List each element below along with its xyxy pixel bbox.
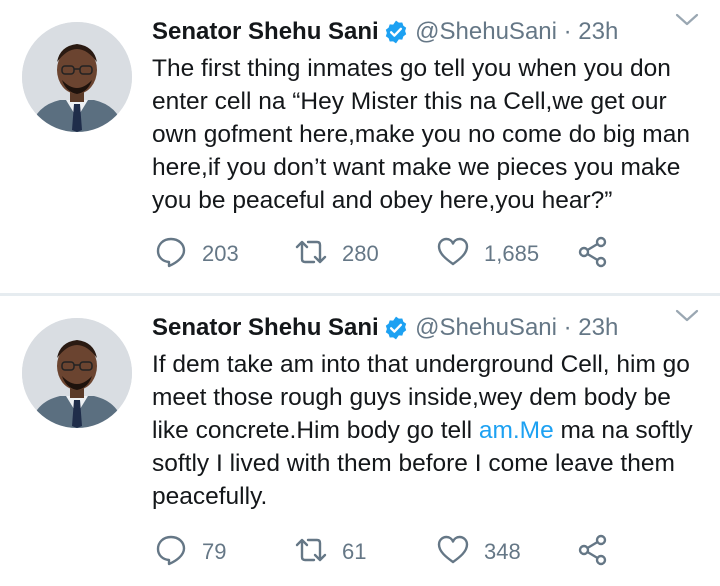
like-count: 1,685 [484, 241, 540, 266]
verified-badge-icon [383, 315, 409, 341]
author-handle-time[interactable]: @ShehuSani · 23h [415, 314, 618, 341]
avatar[interactable] [22, 318, 132, 428]
author-name[interactable]: Senator Shehu Sani [152, 314, 379, 341]
share-icon [576, 533, 610, 572]
tweet-text: If dem take am into that underground Cel… [152, 348, 700, 513]
tweet-header: Senator Shehu Sani @ShehuSani · 23h [152, 18, 700, 54]
chevron-down-icon[interactable] [674, 306, 700, 324]
tweet-text: The first thing inmates go tell you when… [152, 55, 690, 214]
verified-badge-icon [383, 19, 409, 45]
heart-icon [436, 533, 470, 572]
like-count: 348 [484, 539, 521, 564]
like-button[interactable]: 348 [436, 532, 521, 572]
heart-icon [436, 235, 470, 274]
tweet-link[interactable]: am.Me [479, 417, 554, 444]
like-button[interactable]: 1,685 [436, 234, 539, 274]
retweet-count: 280 [342, 241, 379, 266]
reply-count: 79 [202, 539, 227, 564]
share-icon [576, 235, 610, 274]
retweet-button[interactable]: 280 [294, 234, 379, 274]
author-name[interactable]: Senator Shehu Sani [152, 18, 379, 45]
reply-button[interactable]: 79 [154, 532, 226, 572]
action-bar: 79 61 348 [152, 532, 632, 572]
author-handle-time[interactable]: @ShehuSani · 23h [415, 18, 618, 45]
avatar[interactable] [22, 22, 132, 132]
tweet[interactable]: Senator Shehu Sani @ShehuSani · 23h The … [0, 0, 720, 293]
retweet-button[interactable]: 61 [294, 532, 366, 572]
reply-icon [154, 533, 188, 572]
retweet-icon [294, 235, 328, 274]
action-bar: 203 280 1,685 [152, 234, 632, 274]
tweet[interactable]: Senator Shehu Sani @ShehuSani · 23h If d… [0, 296, 720, 586]
chevron-down-icon[interactable] [674, 10, 700, 28]
retweet-icon [294, 533, 328, 572]
retweet-count: 61 [342, 539, 367, 564]
reply-icon [154, 235, 188, 274]
reply-count: 203 [202, 241, 239, 266]
share-button[interactable] [576, 234, 610, 274]
share-button[interactable] [576, 532, 610, 572]
tweet-header: Senator Shehu Sani @ShehuSani · 23h [152, 314, 700, 350]
reply-button[interactable]: 203 [154, 234, 239, 274]
